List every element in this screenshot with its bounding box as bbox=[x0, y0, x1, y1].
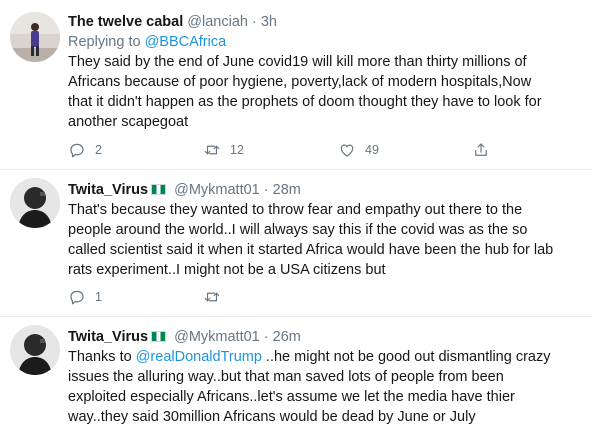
retweet-icon bbox=[204, 292, 220, 302]
text-line: Africans because of poor hygiene, povert… bbox=[68, 74, 532, 90]
display-name[interactable]: Twita_Virus bbox=[68, 329, 148, 345]
text-line: Thanks to @realDonaldTrump ..he might no… bbox=[68, 347, 578, 367]
retweet-icon bbox=[204, 145, 220, 155]
tweet-1[interactable]: The twelve cabal @lanciah · 3h Replying … bbox=[0, 0, 592, 170]
avatar[interactable] bbox=[10, 178, 60, 228]
timestamp[interactable]: 28m bbox=[273, 182, 301, 198]
mention-link[interactable]: @realDonaldTrump bbox=[136, 349, 262, 365]
tweet-text: That's because they wanted to throw fear… bbox=[68, 200, 578, 280]
text-line: that it didn't happen as the prophets of… bbox=[68, 94, 542, 110]
text-line: exploited especially Africans..let's ass… bbox=[68, 389, 515, 405]
like-button[interactable]: 49 bbox=[338, 141, 379, 159]
replying-to-label: Replying to bbox=[68, 34, 145, 50]
text-line: issues the alluring way..but that man sa… bbox=[68, 369, 504, 385]
tweet-text: Thanks to @realDonaldTrump ..he might no… bbox=[68, 347, 578, 427]
avatar[interactable] bbox=[10, 12, 60, 62]
text-suffix: ..he might not be good out dismantling c… bbox=[261, 349, 551, 365]
share-button[interactable] bbox=[472, 141, 490, 159]
display-name[interactable]: The twelve cabal bbox=[68, 14, 183, 30]
user-handle[interactable]: @lanciah bbox=[187, 14, 248, 30]
text-line: rats experiment..I might not be a USA ci… bbox=[68, 262, 386, 278]
separator-dot: · bbox=[263, 329, 269, 345]
reply-count: 2 bbox=[95, 143, 102, 157]
separator-dot: · bbox=[251, 14, 257, 30]
display-name[interactable]: Twita_Virus bbox=[68, 182, 148, 198]
tweet-header: Twita_Virus @Mykmatt01 · 28m bbox=[68, 180, 578, 200]
replying-to: Replying to @BBCAfrica bbox=[68, 32, 578, 52]
text-line: another scapegoat bbox=[68, 114, 189, 130]
tweet-2[interactable]: Twita_Virus @Mykmatt01 · 28m That's beca… bbox=[0, 170, 592, 317]
tweet-actions: 1 bbox=[0, 288, 592, 308]
avatar[interactable] bbox=[10, 325, 60, 375]
user-handle[interactable]: @Mykmatt01 bbox=[174, 329, 260, 345]
separator-dot: · bbox=[263, 182, 269, 198]
text-line: That's because they wanted to throw fear… bbox=[68, 202, 523, 218]
text-line: called scientist said it when it started… bbox=[68, 242, 554, 258]
retweet-count: 12 bbox=[230, 143, 244, 157]
text-line: people around the world..I will always s… bbox=[68, 222, 528, 238]
tweet-header: The twelve cabal @lanciah · 3h bbox=[68, 12, 578, 32]
nigeria-flag-icon bbox=[151, 184, 167, 195]
user-handle[interactable]: @Mykmatt01 bbox=[174, 182, 260, 198]
tweet-text: They said by the end of June covid19 wil… bbox=[68, 52, 578, 132]
timestamp[interactable]: 26m bbox=[273, 329, 301, 345]
tweet-header: Twita_Virus @Mykmatt01 · 26m bbox=[68, 327, 578, 347]
text-prefix: Thanks to bbox=[68, 349, 136, 365]
nigeria-flag-icon bbox=[151, 331, 167, 342]
reply-count: 1 bbox=[95, 290, 102, 304]
reply-icon bbox=[70, 290, 84, 305]
reply-icon bbox=[70, 143, 84, 158]
text-line: They said by the end of June covid19 wil… bbox=[68, 54, 527, 70]
reply-button[interactable]: 2 bbox=[68, 141, 102, 159]
retweet-button[interactable]: 12 bbox=[203, 141, 244, 159]
like-icon bbox=[340, 144, 354, 157]
like-count: 49 bbox=[365, 143, 379, 157]
text-line: way..they said 30million Africans would … bbox=[68, 409, 476, 425]
share-icon bbox=[475, 143, 487, 156]
mention-link[interactable]: @BBCAfrica bbox=[145, 34, 227, 50]
tweet-3[interactable]: Twita_Virus @Mykmatt01 · 26m Thanks to @… bbox=[0, 317, 592, 433]
retweet-button[interactable] bbox=[203, 288, 221, 306]
tweet-actions: 2 12 49 bbox=[0, 141, 592, 161]
reply-button[interactable]: 1 bbox=[68, 288, 102, 306]
timestamp[interactable]: 3h bbox=[261, 14, 277, 30]
